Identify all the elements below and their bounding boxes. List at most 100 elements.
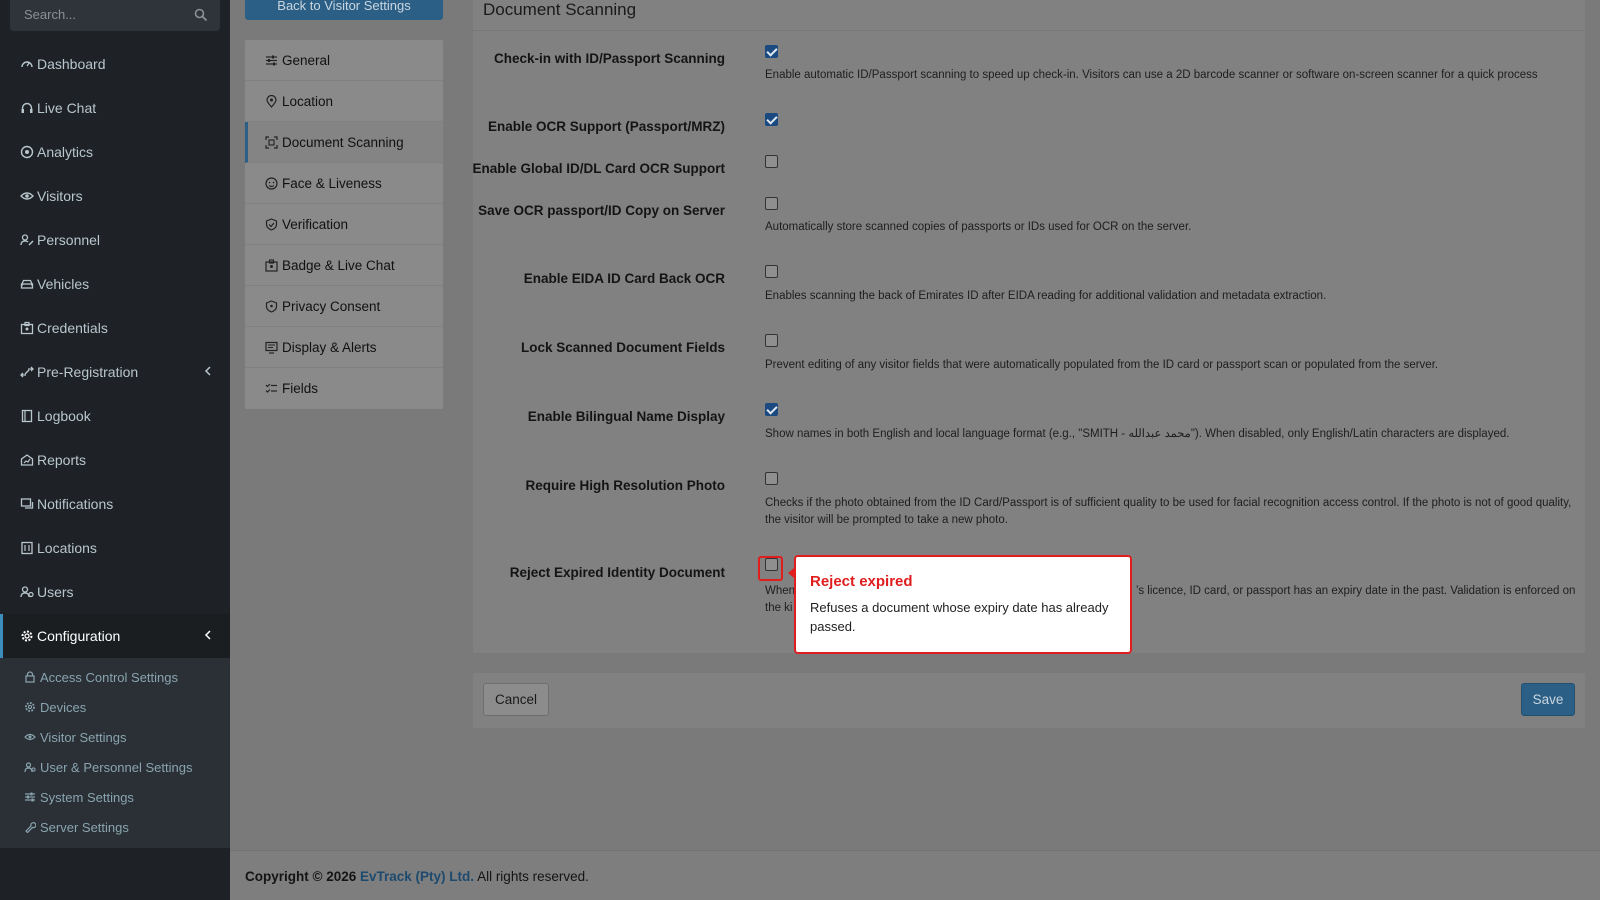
search-input[interactable]: Search...: [24, 7, 76, 22]
scan-icon: [265, 135, 278, 149]
tab-badge-live-chat[interactable]: Badge & Live Chat: [245, 245, 443, 286]
sidebar-item-personnel[interactable]: Personnel: [0, 218, 230, 262]
configuration-submenu: Access Control Settings Devices Visitor …: [0, 658, 230, 848]
tab-general[interactable]: General: [245, 40, 443, 81]
sidebar-item-label: Analytics: [37, 144, 94, 160]
sidebar-item-credentials[interactable]: Credentials: [0, 306, 230, 350]
setting-help: ’s licence, ID card, or passport has an …: [1136, 585, 1576, 597]
tab-label: Fields: [282, 381, 319, 396]
sidebar-item-locations[interactable]: Locations: [0, 526, 230, 570]
sidebar-item-notifications[interactable]: Notifications: [0, 482, 230, 526]
dashboard-icon: [21, 61, 33, 68]
sidebar-item-label: Notifications: [37, 496, 114, 512]
search-box[interactable]: Search...: [10, 0, 220, 31]
brand-link[interactable]: EvTrack (Pty) Ltd.: [360, 869, 474, 884]
tab-display-alerts[interactable]: Display & Alerts: [245, 327, 443, 368]
sidebar: Search... Dashboard Live Chat Analytics …: [0, 0, 230, 900]
checkbox-ocr-support[interactable]: [765, 113, 778, 126]
panel-divider: [473, 30, 1585, 31]
setting-help: Automatically store scanned copies of pa…: [765, 221, 1192, 233]
highlight-ring: [758, 556, 783, 581]
sidebar-item-logbook[interactable]: Logbook: [0, 394, 230, 438]
setting-help: Enables scanning the back of Emirates ID…: [765, 290, 1327, 302]
form-actions: Cancel Save: [473, 673, 1585, 728]
tab-location[interactable]: Location: [245, 81, 443, 122]
chart-icon: [20, 454, 34, 466]
tab-verification[interactable]: Verification: [245, 204, 443, 245]
sidebar-item-analytics[interactable]: Analytics: [0, 130, 230, 174]
lock-icon: [25, 671, 35, 683]
message-icon: [20, 498, 34, 509]
subitem-label: Visitor Settings: [40, 729, 127, 745]
checkbox-save-ocr-copy[interactable]: [765, 197, 778, 210]
sidebar-item-live-chat[interactable]: Live Chat: [0, 86, 230, 130]
tooltip: Reject expired Refuses a document whose …: [794, 555, 1132, 654]
search-icon[interactable]: [194, 8, 208, 22]
setting-label: Require High Resolution Photo: [525, 478, 726, 493]
list-check-icon: [265, 383, 277, 393]
back-to-visitor-settings-button[interactable]: Back to Visitor Settings: [245, 0, 443, 20]
eye-icon: [24, 733, 36, 741]
chevron-left-icon[interactable]: [203, 629, 213, 641]
tab-face-liveness[interactable]: Face & Liveness: [245, 163, 443, 204]
copyright-prefix: Copyright © 2026: [245, 869, 357, 884]
tab-label: Verification: [282, 216, 349, 232]
settings-tabs: General Location Document Scanning Face …: [245, 40, 443, 409]
subitem-label: Devices: [40, 699, 87, 715]
setting-help: Show names in both English and local lan…: [765, 428, 1510, 440]
setting-label: Enable Global ID/DL Card OCR Support: [472, 161, 725, 176]
tooltip-title: Reject expired: [810, 573, 913, 590]
setting-label: Save OCR passport/ID Copy on Server: [478, 203, 725, 218]
subitem-label: User & Personnel Settings: [40, 759, 193, 775]
checkbox-global-id-ocr[interactable]: [765, 155, 778, 168]
sidebar-subitem-access-control-settings[interactable]: Access Control Settings: [0, 662, 230, 692]
sidebar-subitem-server-settings[interactable]: Server Settings: [0, 812, 230, 842]
tab-privacy-consent[interactable]: Privacy Consent: [245, 286, 443, 327]
tooltip-body: Refuses a document whose expiry date has…: [810, 600, 1109, 634]
tab-label: Display & Alerts: [282, 339, 377, 355]
tab-label: General: [282, 52, 331, 68]
pin-icon: [266, 94, 277, 108]
sidebar-item-reports[interactable]: Reports: [0, 438, 230, 482]
tab-fields[interactable]: Fields: [245, 368, 443, 409]
setting-help: Checks if the photo obtained from the ID…: [765, 497, 1572, 526]
sidebar-subitem-user-personnel-settings[interactable]: User & Personnel Settings: [0, 752, 230, 782]
sidebar-item-configuration[interactable]: Configuration: [0, 614, 230, 658]
sidebar-subitem-devices[interactable]: Devices: [0, 692, 230, 722]
gear-icon: [25, 702, 35, 712]
sidebar-item-label: Live Chat: [37, 100, 97, 116]
wrench-icon: [25, 822, 36, 833]
tab-label: Badge & Live Chat: [282, 257, 395, 273]
checkbox-lock-scanned-fields[interactable]: [765, 334, 778, 347]
setting-label: Lock Scanned Document Fields: [520, 340, 725, 355]
sidebar-item-visitors[interactable]: Visitors: [0, 174, 230, 218]
sidebar-subitem-visitor-settings[interactable]: Visitor Settings: [0, 722, 230, 752]
sidebar-item-vehicles[interactable]: Vehicles: [0, 262, 230, 306]
tab-label: Document Scanning: [282, 134, 404, 150]
save-button[interactable]: Save: [1521, 683, 1575, 716]
face-icon: [265, 176, 278, 190]
sliders-icon: [266, 55, 277, 65]
panel-title: Document Scanning: [483, 0, 637, 19]
sidebar-item-pre-registration[interactable]: Pre-Registration: [0, 350, 230, 394]
cancel-button[interactable]: Cancel: [483, 683, 549, 716]
display-icon: [265, 341, 278, 354]
sidebar-item-label: Configuration: [37, 628, 121, 644]
checkbox-eida-back-ocr[interactable]: [765, 265, 778, 278]
sidebar-subitem-system-settings[interactable]: System Settings: [0, 782, 230, 812]
checkbox-bilingual-name[interactable]: [765, 403, 778, 416]
sliders-icon: [25, 792, 35, 802]
arrows-icon: [20, 366, 34, 378]
badge-icon: [265, 258, 278, 272]
sidebar-item-dashboard[interactable]: Dashboard: [0, 42, 230, 86]
setting-label: Check-in with ID/Passport Scanning: [493, 51, 725, 66]
chevron-left-icon[interactable]: [203, 365, 213, 377]
sidebar-item-label: Locations: [37, 540, 97, 556]
subitem-label: Server Settings: [40, 819, 129, 835]
checkbox-id-passport-scanning[interactable]: [765, 45, 778, 58]
sidebar-item-users[interactable]: Users: [0, 570, 230, 614]
car-icon: [20, 279, 34, 289]
gear-icon: [21, 630, 33, 642]
tab-document-scanning[interactable]: Document Scanning: [245, 122, 443, 163]
checkbox-high-res-photo[interactable]: [765, 472, 778, 485]
